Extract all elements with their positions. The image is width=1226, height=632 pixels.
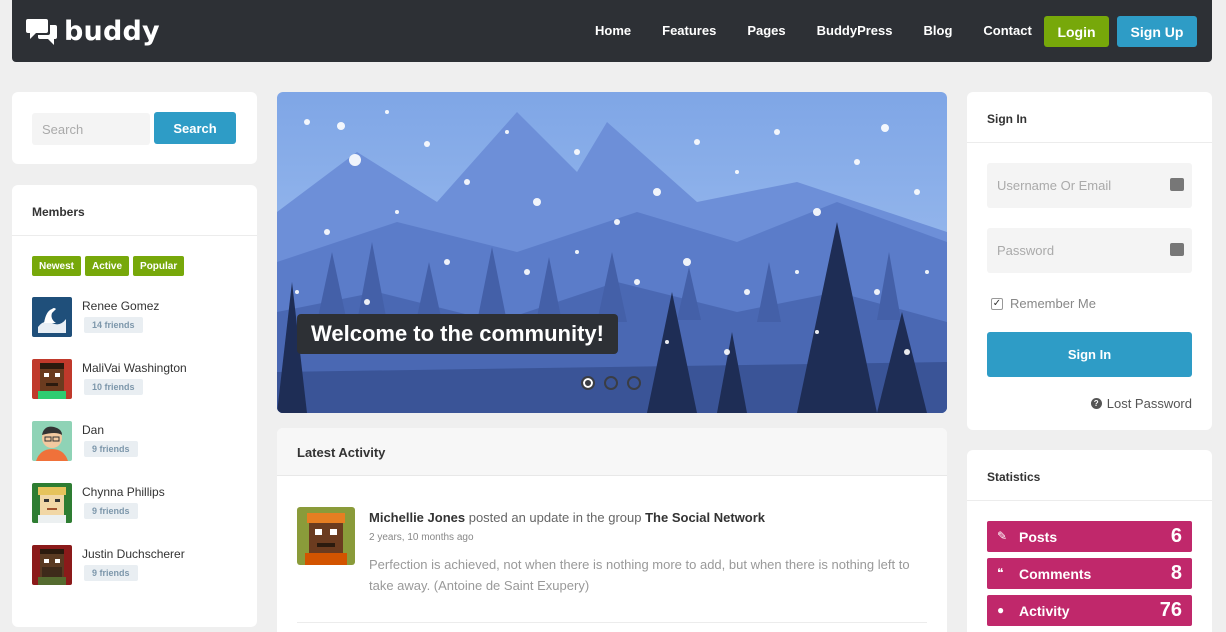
friends-badge: 9 friends — [84, 441, 138, 457]
stat-value: 8 — [1170, 562, 1182, 584]
main-nav: Home Features Pages BuddyPress Blog Cont… — [595, 23, 1063, 38]
keyboard-icon — [1170, 243, 1184, 256]
divider — [967, 142, 1212, 143]
slider-dots — [581, 376, 650, 390]
members-title: Members — [32, 205, 85, 219]
signin-title: Sign In — [987, 112, 1027, 126]
avatar[interactable] — [32, 297, 72, 337]
nav-contact[interactable]: Contact — [983, 23, 1031, 38]
signin-widget: Sign In Username Or Email Password ✓ Rem… — [967, 92, 1212, 430]
stat-comments[interactable]: ❝ Comments 8 — [987, 558, 1192, 589]
pencil-icon: ✎ — [997, 529, 1008, 543]
avatar[interactable] — [32, 483, 72, 523]
friends-badge: 9 friends — [84, 503, 138, 519]
activity-title: Latest Activity — [297, 445, 386, 460]
hero-caption: Welcome to the community! — [297, 314, 618, 354]
search-button[interactable]: Search — [154, 112, 236, 144]
member-item[interactable]: Justin Duchscherer 9 friends — [32, 545, 252, 587]
signup-button[interactable]: Sign Up — [1117, 16, 1197, 47]
tab-active[interactable]: Active — [85, 256, 130, 276]
logo[interactable]: buddy — [26, 16, 160, 47]
stat-label: Comments — [1019, 566, 1092, 582]
nav-buddypress[interactable]: BuddyPress — [817, 23, 893, 38]
nav-home[interactable]: Home — [595, 23, 631, 38]
password-placeholder: Password — [997, 243, 1055, 258]
username-placeholder: Username Or Email — [997, 178, 1112, 193]
stat-posts[interactable]: ✎ Posts 6 — [987, 521, 1192, 552]
login-button[interactable]: Login — [1044, 16, 1109, 47]
member-name[interactable]: Justin Duchscherer — [82, 547, 185, 561]
member-item[interactable]: Dan 9 friends — [32, 421, 252, 463]
statistics-title: Statistics — [987, 470, 1041, 484]
nav-blog[interactable]: Blog — [924, 23, 953, 38]
password-field[interactable]: Password — [987, 228, 1192, 273]
friends-badge: 10 friends — [84, 379, 143, 395]
remember-checkbox[interactable]: ✓ — [991, 297, 1003, 310]
slider-dot-2[interactable] — [604, 376, 618, 390]
lost-password-link[interactable]: ? Lost Password — [1090, 396, 1192, 411]
stat-label: Activity — [1019, 603, 1070, 619]
slider-dot-1[interactable] — [581, 376, 595, 390]
signin-button[interactable]: Sign In — [987, 332, 1192, 377]
lost-password-label: Lost Password — [1106, 396, 1192, 411]
member-item[interactable]: Renee Gomez 14 friends — [32, 297, 252, 339]
slider-dot-3[interactable] — [627, 376, 641, 390]
avatar[interactable] — [32, 359, 72, 399]
search-input[interactable] — [32, 113, 150, 145]
activity-time: 2 years, 10 months ago — [369, 532, 474, 543]
nav-features[interactable]: Features — [662, 23, 716, 38]
question-icon: ? — [1090, 398, 1102, 409]
divider — [967, 500, 1212, 501]
logo-text: buddy — [64, 16, 160, 47]
stat-activity[interactable]: ● Activity 76 — [987, 595, 1192, 626]
member-name[interactable]: Dan — [82, 423, 104, 437]
activity-line: Michellie Jones posted an update in the … — [369, 510, 765, 525]
nav-pages[interactable]: Pages — [747, 23, 785, 38]
members-widget: Members Newest Active Popular Renee Gome… — [12, 185, 257, 627]
avatar[interactable] — [32, 421, 72, 461]
stat-value: 6 — [1170, 525, 1182, 547]
activity-header: Latest Activity — [277, 428, 947, 476]
username-field[interactable]: Username Or Email — [987, 163, 1192, 208]
members-tabs: Newest Active Popular — [32, 256, 188, 276]
friends-badge: 9 friends — [84, 565, 138, 581]
activity-content: Perfection is achieved, not when there i… — [369, 557, 910, 593]
activity-user-link[interactable]: Michellie Jones — [369, 510, 465, 525]
activity-action: posted an update in the group — [468, 510, 642, 525]
member-name[interactable]: MaliVai Washington — [82, 361, 187, 375]
search-widget: Search — [12, 92, 257, 164]
tab-newest[interactable]: Newest — [32, 256, 82, 276]
avatar[interactable] — [32, 545, 72, 585]
tab-popular[interactable]: Popular — [133, 256, 185, 276]
activity-group-link[interactable]: The Social Network — [645, 510, 765, 525]
keyboard-icon — [1170, 178, 1184, 191]
stat-value: 76 — [1159, 599, 1182, 621]
activity-icon: ● — [997, 603, 1005, 617]
remember-label: Remember Me — [1010, 296, 1096, 311]
activity-widget: Latest Activity Michellie Jones posted a… — [277, 428, 947, 632]
stat-label: Posts — [1019, 529, 1058, 545]
winter-landscape-image — [277, 92, 947, 413]
avatar[interactable] — [297, 507, 355, 565]
member-item[interactable]: Chynna Phillips 9 friends — [32, 483, 252, 525]
friends-badge: 14 friends — [84, 317, 143, 333]
member-name[interactable]: Renee Gomez — [82, 299, 159, 313]
site-header: buddy Home Features Pages BuddyPress Blo… — [12, 0, 1212, 62]
remember-me[interactable]: ✓ Remember Me — [991, 296, 1096, 311]
hero-slider[interactable]: Welcome to the community! — [277, 92, 947, 413]
member-item[interactable]: MaliVai Washington 10 friends — [32, 359, 252, 401]
chat-bubbles-icon — [26, 18, 57, 45]
divider — [12, 235, 257, 236]
comments-icon: ❝ — [997, 566, 1004, 580]
statistics-widget: Statistics ✎ Posts 6 ❝ Comments 8 ● Acti… — [967, 450, 1212, 632]
divider — [297, 622, 927, 623]
member-name[interactable]: Chynna Phillips — [82, 485, 165, 499]
